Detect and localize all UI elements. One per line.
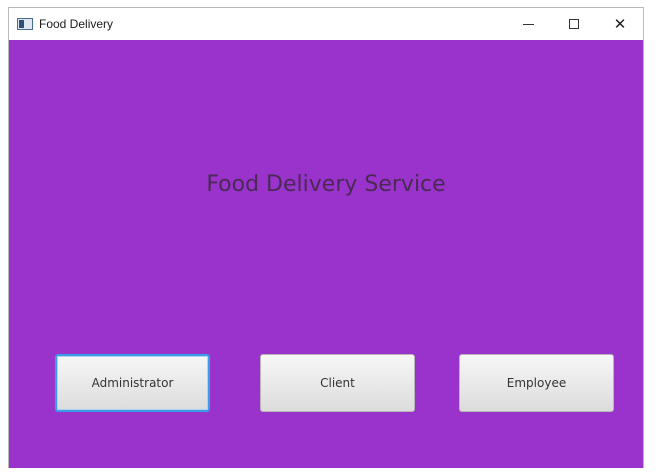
minimize-icon xyxy=(522,23,534,25)
employee-button[interactable]: Employee xyxy=(459,354,614,412)
administrator-button-label: Administrator xyxy=(91,376,174,390)
window-title: Food Delivery xyxy=(39,17,114,31)
maximize-icon xyxy=(569,19,579,29)
page-title: Food Delivery Service xyxy=(206,172,446,197)
main-panel: Food Delivery Service Administrator Clie… xyxy=(9,40,643,468)
maximize-button[interactable] xyxy=(551,8,597,40)
app-icon xyxy=(17,18,33,30)
client-button[interactable]: Client xyxy=(260,354,415,412)
title-bar[interactable]: Food Delivery ✕ xyxy=(9,8,643,40)
client-button-label: Client xyxy=(320,376,355,390)
minimize-button[interactable] xyxy=(505,8,551,40)
window-controls: ✕ xyxy=(505,8,643,40)
app-window: Food Delivery ✕ Food Delivery Service Ad… xyxy=(8,7,644,468)
employee-button-label: Employee xyxy=(506,376,567,390)
close-button[interactable]: ✕ xyxy=(597,8,643,40)
administrator-button[interactable]: Administrator xyxy=(55,354,210,412)
close-icon: ✕ xyxy=(613,15,627,33)
